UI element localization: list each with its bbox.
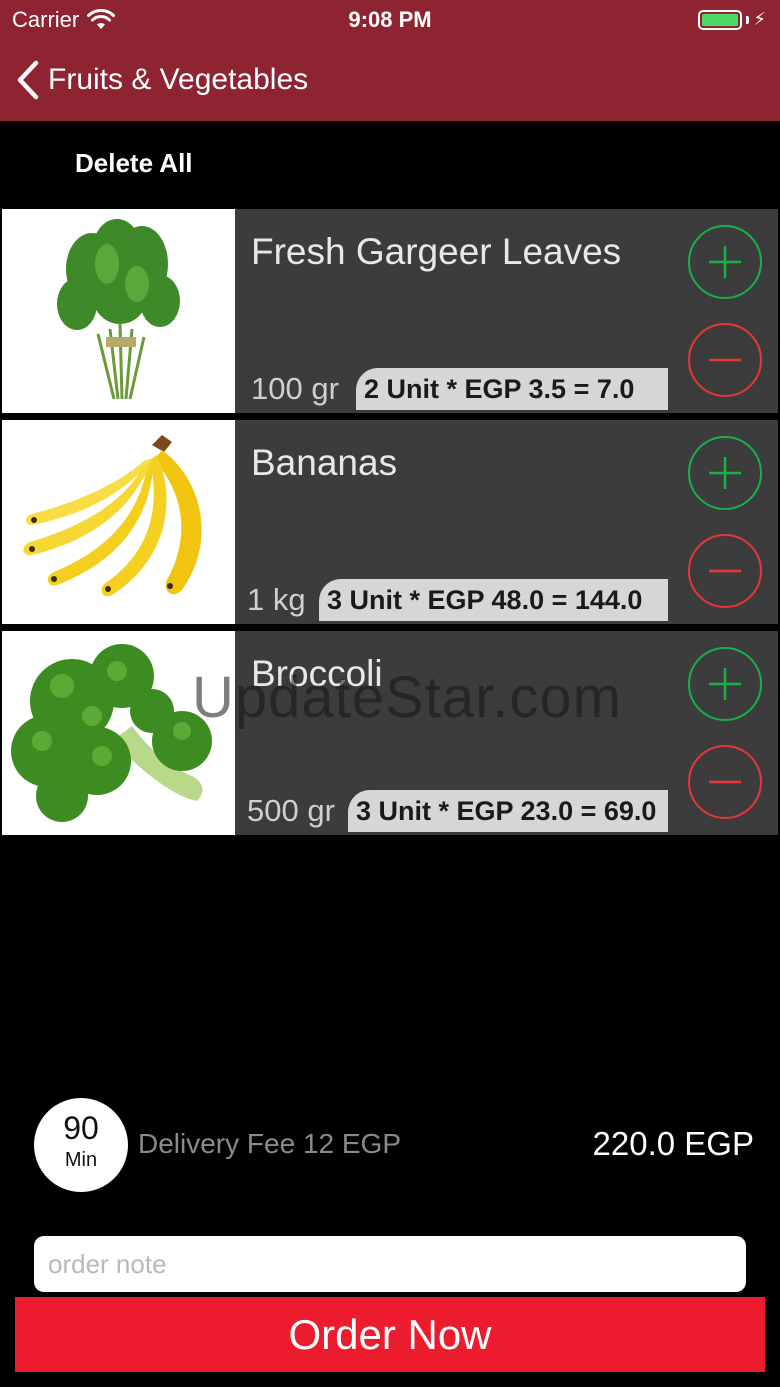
nav-back[interactable]: Fruits & Vegetables [0, 52, 308, 108]
battery-icon: ⚡ [698, 9, 766, 30]
minus-icon [709, 569, 741, 573]
item-price-calc: 3 Unit * EGP 23.0 = 69.0 [348, 790, 668, 832]
plus-icon [709, 457, 741, 489]
top-bar: Carrier 9:08 PM ⚡ Fruits & Vegetables [0, 0, 780, 121]
item-name: Broccoli [251, 653, 383, 694]
increase-button[interactable] [688, 225, 762, 299]
plus-icon [709, 246, 741, 278]
item-price-calc: 2 Unit * EGP 3.5 = 7.0 [356, 368, 668, 410]
minus-icon [709, 780, 741, 784]
status-bar: Carrier 9:08 PM ⚡ [0, 0, 780, 40]
increase-button[interactable] [688, 436, 762, 510]
delivery-fee: Delivery Fee 12 EGP [138, 1128, 401, 1159]
page-title: Fruits & Vegetables [48, 63, 309, 96]
cart-item: Fresh Gargeer Leaves 100 gr 2 Unit * EGP… [2, 209, 778, 413]
item-weight: 1 kg [247, 582, 306, 617]
charging-icon: ⚡ [753, 9, 766, 29]
order-now-button[interactable]: Order Now [15, 1297, 765, 1372]
item-price-calc: 3 Unit * EGP 48.0 = 144.0 [319, 579, 668, 621]
delete-all-button[interactable]: Delete All [75, 148, 193, 179]
cart-item: Broccoli 500 gr 3 Unit * EGP 23.0 = 69.0 [2, 631, 778, 835]
clock: 9:08 PM [348, 7, 432, 32]
item-name: Bananas [251, 442, 398, 483]
delivery-time-value: 90 [63, 1110, 99, 1146]
decrease-button[interactable] [688, 323, 762, 397]
delivery-time-badge: 90 Min [34, 1098, 128, 1192]
product-image-gargeer [2, 209, 235, 413]
plus-icon [709, 668, 741, 700]
cart-item: Bananas 1 kg 3 Unit * EGP 48.0 = 144.0 [2, 420, 778, 624]
chevron-left-icon[interactable] [0, 52, 40, 108]
minus-icon [709, 358, 741, 362]
product-image-broccoli [2, 631, 235, 835]
increase-button[interactable] [688, 647, 762, 721]
decrease-button[interactable] [688, 745, 762, 819]
delivery-time-unit: Min [64, 1149, 98, 1171]
product-image-bananas [2, 420, 235, 624]
order-total: 220.0 EGP [592, 1125, 754, 1162]
item-name: Fresh Gargeer Leaves [251, 231, 622, 272]
item-weight: 100 gr [251, 371, 339, 406]
item-weight: 500 gr [247, 793, 335, 828]
decrease-button[interactable] [688, 534, 762, 608]
order-note-input[interactable] [34, 1236, 746, 1292]
